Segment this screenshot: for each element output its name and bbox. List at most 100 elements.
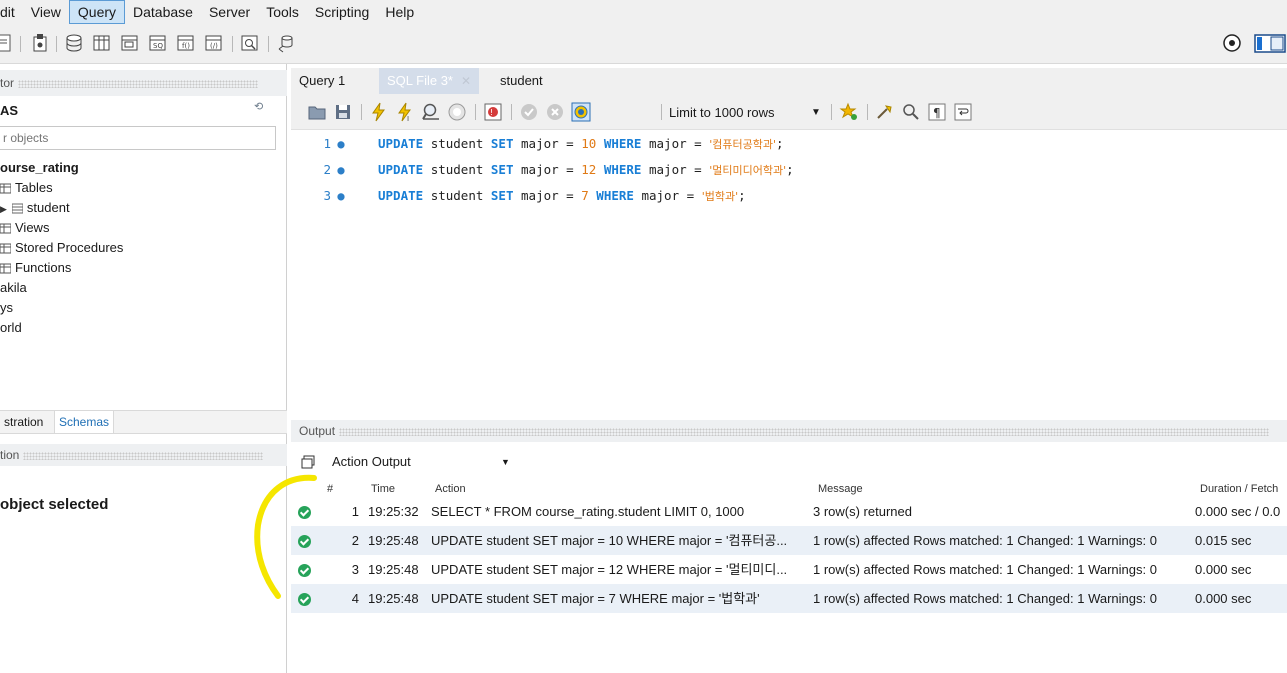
new-sql-tab-icon[interactable] xyxy=(0,32,14,54)
line-number: 3 xyxy=(323,188,331,203)
settings-icon[interactable] xyxy=(1222,32,1242,54)
menu-server[interactable]: Server xyxy=(201,0,258,24)
tree-item-label: orld xyxy=(0,320,22,335)
navigator-sidebar: tor AS ⟲ ourse_rating Tables ▶ student Vi… xyxy=(0,64,287,673)
table-row[interactable]: 4 19:25:48 UPDATE student SET major = 7 … xyxy=(291,584,1287,613)
code-text: UPDATE student SET major = 7 WHERE major… xyxy=(378,185,746,208)
table-row[interactable]: 1 19:25:32 SELECT * FROM course_rating.s… xyxy=(291,497,1287,526)
tab-label: SQL File 3* xyxy=(387,73,453,88)
row-message: 1 row(s) affected Rows matched: 1 Change… xyxy=(813,591,1157,606)
execute-icon[interactable] xyxy=(369,102,389,122)
create-procedure-icon[interactable]: SQ xyxy=(148,32,168,54)
tab-student[interactable]: student xyxy=(492,68,551,94)
expand-arrow-icon[interactable]: ▶ xyxy=(0,204,7,214)
expression: major = xyxy=(649,162,702,177)
open-sql-script-icon[interactable] xyxy=(30,32,50,54)
tree-item-functions[interactable]: Functions xyxy=(0,258,71,278)
find-icon[interactable] xyxy=(901,102,921,122)
toolbar-separator xyxy=(661,104,662,120)
tables-folder-icon xyxy=(0,183,11,194)
schema-course-rating[interactable]: ourse_rating xyxy=(0,158,79,178)
menu-query[interactable]: Query xyxy=(68,0,126,24)
menu-scripting[interactable]: Scripting xyxy=(307,0,377,24)
table-row[interactable]: 2 19:25:48 UPDATE student SET major = 10… xyxy=(291,526,1287,555)
views-folder-icon xyxy=(0,223,11,234)
schema-sys[interactable]: ys xyxy=(0,298,13,318)
create-function-icon[interactable]: (/) xyxy=(204,32,224,54)
create-view-icon[interactable] xyxy=(120,32,140,54)
keyword: SET xyxy=(490,136,514,151)
beautify-icon[interactable] xyxy=(875,102,895,122)
keyword: WHERE xyxy=(596,188,634,203)
identifier: student xyxy=(430,136,484,151)
execute-current-icon[interactable]: I xyxy=(395,102,415,122)
expression: major = xyxy=(521,162,574,177)
add-snippet-star-icon[interactable] xyxy=(839,102,859,122)
toolbar-separator xyxy=(361,104,362,120)
open-file-icon[interactable] xyxy=(307,102,327,122)
information-label: tion xyxy=(0,448,20,462)
table-row[interactable]: 3 19:25:48 UPDATE student SET major = 12… xyxy=(291,555,1287,584)
create-function-icon[interactable]: f() xyxy=(176,32,196,54)
code-line[interactable]: 3 ● UPDATE student SET major = 7 WHERE maj… xyxy=(291,185,1287,207)
main-toolbar: SQ f() (/) xyxy=(0,24,1287,64)
row-time: 19:25:48 xyxy=(368,591,419,606)
table-icon xyxy=(11,203,23,214)
schema-world[interactable]: orld xyxy=(0,318,22,338)
panel-layout-icon[interactable] xyxy=(1254,32,1287,54)
svg-text:f(): f() xyxy=(182,42,190,50)
rollback-icon[interactable] xyxy=(545,102,565,122)
tree-item-label: ourse_rating xyxy=(0,160,79,175)
create-table-icon[interactable] xyxy=(92,32,112,54)
editor-tab-bar: Query 1 SQL File 3* ✕ student xyxy=(291,68,1287,94)
schema-sakila[interactable]: akila xyxy=(0,278,27,298)
functions-folder-icon xyxy=(0,263,11,274)
svg-text:¶: ¶ xyxy=(933,106,941,120)
database-icon[interactable] xyxy=(64,32,84,54)
tab-sql-file-3[interactable]: SQL File 3* ✕ xyxy=(379,68,480,94)
menu-view[interactable]: View xyxy=(23,0,69,24)
expression: major = xyxy=(521,136,574,151)
search-table-data-icon[interactable] xyxy=(240,32,260,54)
invisible-characters-icon[interactable]: ¶ xyxy=(927,102,947,122)
tree-item-views[interactable]: Views xyxy=(0,218,49,238)
tab-query-1[interactable]: Query 1 xyxy=(291,68,353,94)
tab-schemas[interactable]: Schemas xyxy=(54,411,115,433)
menu-edit[interactable]: dit xyxy=(0,0,23,24)
filter-objects-input[interactable] xyxy=(0,126,276,150)
yellow-annotation-arc xyxy=(254,474,317,599)
tree-item-student[interactable]: ▶ student xyxy=(0,198,70,218)
toggle-stop-on-error-icon[interactable]: ! xyxy=(483,102,503,122)
tree-item-label: ys xyxy=(0,300,13,315)
autocommit-toggle-icon[interactable] xyxy=(571,102,591,122)
limit-rows-select[interactable]: Limit to 1000 rows ▼ xyxy=(669,102,829,124)
refresh-icon[interactable]: ⟲ xyxy=(254,100,268,114)
stop-icon[interactable] xyxy=(447,102,467,122)
menu-database[interactable]: Database xyxy=(125,0,201,24)
toolbar-separator xyxy=(475,104,476,120)
copy-output-icon[interactable] xyxy=(301,455,315,469)
string-literal: '법학과' xyxy=(701,190,739,203)
tree-item-stored-procedures[interactable]: Stored Procedures xyxy=(0,238,123,258)
row-number: 3 xyxy=(351,562,359,577)
tree-item-tables[interactable]: Tables xyxy=(0,178,53,198)
explain-icon[interactable] xyxy=(421,102,441,122)
output-type-value: Action Output xyxy=(332,454,411,469)
close-tab-icon[interactable]: ✕ xyxy=(461,74,471,88)
wrap-lines-icon[interactable] xyxy=(953,102,973,122)
number-literal: 10 xyxy=(581,136,597,151)
sql-editor[interactable]: 1 ● UPDATE student SET major = 10 WHERE ma… xyxy=(291,130,1287,410)
save-icon[interactable] xyxy=(333,102,353,122)
commit-icon[interactable] xyxy=(519,102,539,122)
code-line[interactable]: 2 ● UPDATE student SET major = 12 WHERE ma… xyxy=(291,159,1287,181)
row-number: 4 xyxy=(351,591,359,606)
menu-help[interactable]: Help xyxy=(377,0,422,24)
expression: major = xyxy=(649,136,702,151)
code-line[interactable]: 1 ● UPDATE student SET major = 10 WHERE ma… xyxy=(291,133,1287,155)
output-type-select[interactable]: Action Output ▼ xyxy=(291,450,521,474)
reconnect-icon[interactable] xyxy=(276,32,296,54)
tab-administration[interactable]: stration xyxy=(0,411,47,433)
row-action: UPDATE student SET major = 12 WHERE majo… xyxy=(431,562,788,577)
string-literal: '컴퓨터공학과' xyxy=(709,138,776,151)
menu-tools[interactable]: Tools xyxy=(258,0,307,24)
